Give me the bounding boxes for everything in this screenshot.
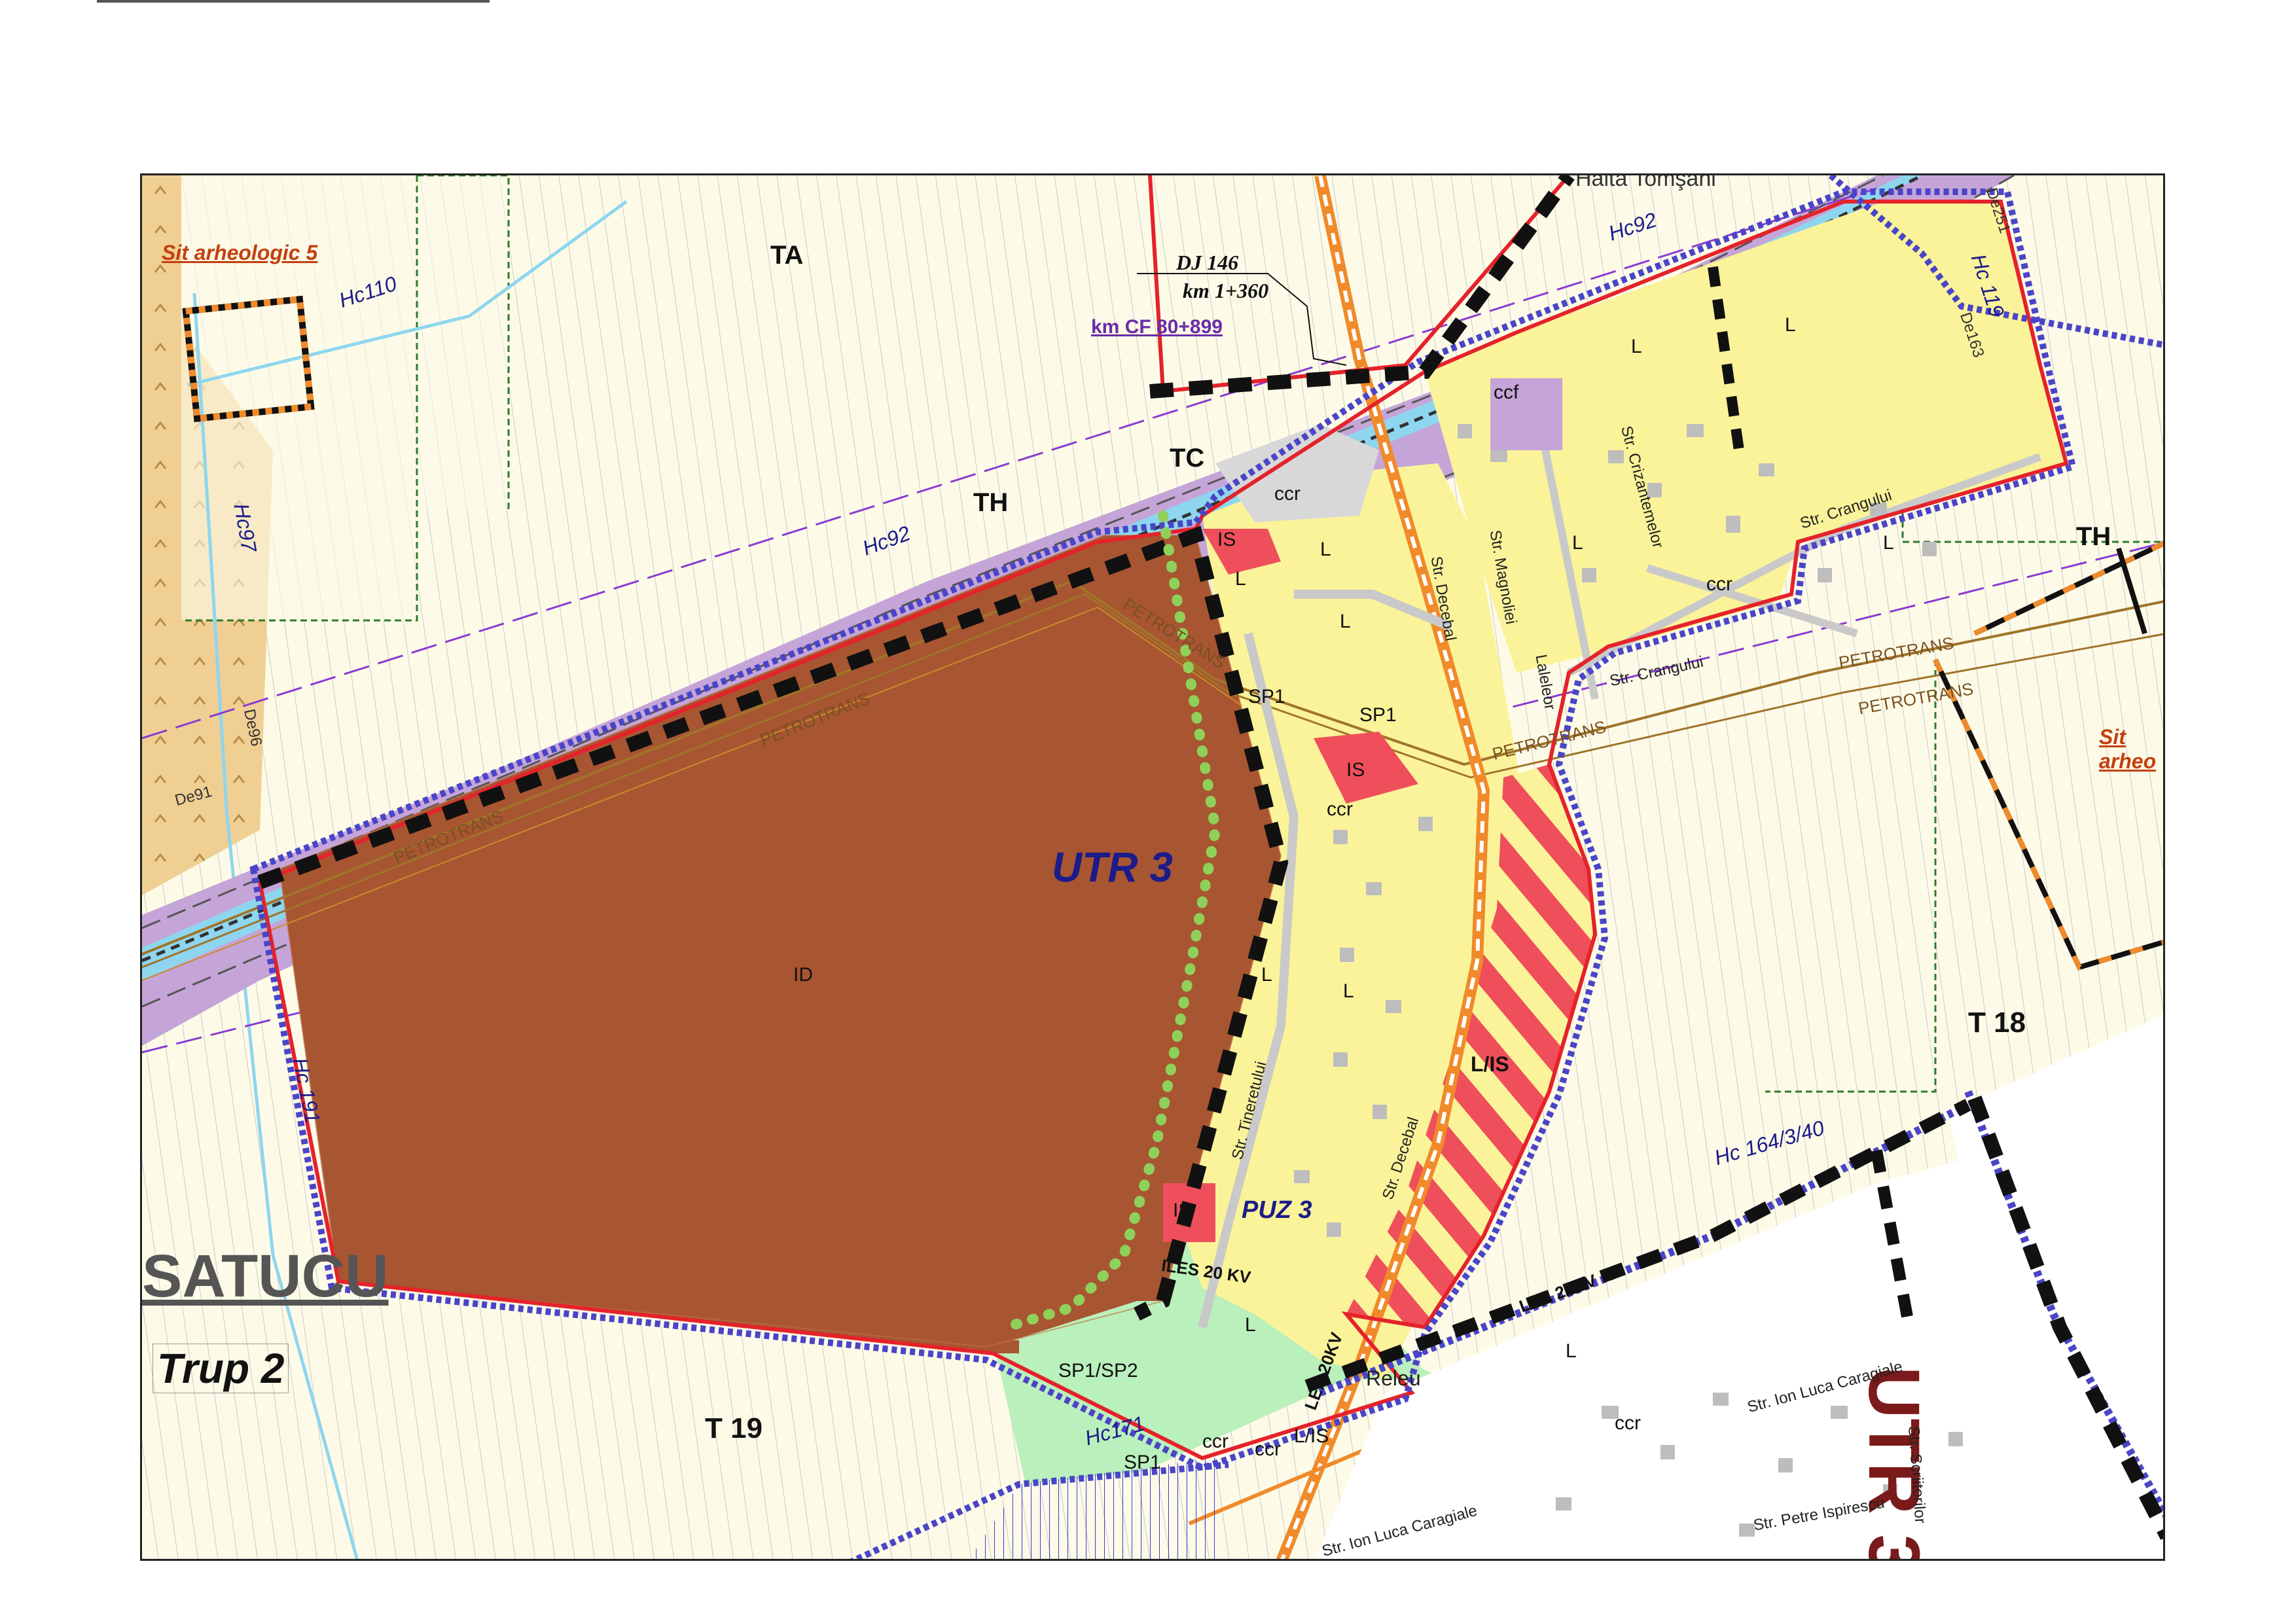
label-dj146: DJ 146 <box>1176 251 1239 274</box>
label-ta: TA <box>770 241 804 270</box>
label-l-4: L <box>1235 568 1246 590</box>
label-ccr-a: ccr <box>1274 483 1300 505</box>
label-l-1: L <box>1631 336 1642 357</box>
label-th-right: TH <box>2076 522 2111 551</box>
label-lis-2: L/IS <box>1294 1425 1329 1447</box>
label-is-b: IS <box>1346 759 1365 781</box>
label-t19: T 19 <box>705 1412 763 1444</box>
label-ccr-c: ccr <box>1706 573 1732 595</box>
label-puz3: PUZ 3 <box>1242 1196 1312 1224</box>
label-ccr-b: ccr <box>1327 798 1353 820</box>
label-sp1sp2: SP1/SP2 <box>1058 1360 1138 1382</box>
label-halta: Halta Tomşani <box>1575 173 1716 191</box>
label-sp1-a: SP1 <box>1248 686 1285 707</box>
label-utr3-center: UTR 3 <box>1052 844 1173 891</box>
map-frame: Halta Tomşani TA TH TH TC T 18 T 19 UTR … <box>140 173 2165 1561</box>
top-rule <box>97 0 490 3</box>
label-tc: TC <box>1170 444 1205 473</box>
label-releu: Releu <box>1366 1366 1421 1390</box>
label-id: ID <box>793 964 813 986</box>
label-ccf: ccf <box>1494 382 1519 403</box>
label-is-a: IS <box>1217 529 1236 550</box>
label-sp1-c: SP1 <box>1124 1452 1161 1473</box>
label-sp1-b: SP1 <box>1359 704 1397 726</box>
label-l-5: L <box>1340 611 1351 632</box>
label-ccr-d: ccr <box>1615 1412 1641 1434</box>
label-kmcf: km CF 80+899 <box>1091 316 1223 338</box>
label-l-11: L <box>1566 1340 1577 1362</box>
label-sit-right: Sit arheo <box>2099 725 2157 773</box>
label-ccr-f: ccr <box>1255 1438 1281 1460</box>
label-l-2: L <box>1785 314 1796 336</box>
label-th-left: TH <box>973 488 1009 517</box>
label-is-c: IS <box>1173 1200 1192 1221</box>
label-l-7: L <box>1883 532 1894 554</box>
label-km1360: km 1+360 <box>1183 279 1269 302</box>
label-ccr-e: ccr <box>1202 1431 1229 1452</box>
label-l-6: L <box>1572 532 1583 554</box>
label-l-10: L <box>1245 1314 1256 1336</box>
label-sit5: Sit arheologic 5 <box>162 241 318 264</box>
label-satucu: SATUCU <box>142 1243 389 1310</box>
label-l-3: L <box>1320 539 1331 560</box>
label-l-8: L <box>1261 964 1272 986</box>
label-lis: L/IS <box>1471 1052 1509 1076</box>
label-l-9: L <box>1343 980 1354 1002</box>
label-t18: T 18 <box>1968 1007 2026 1039</box>
label-trup2: Trup 2 <box>152 1344 289 1393</box>
